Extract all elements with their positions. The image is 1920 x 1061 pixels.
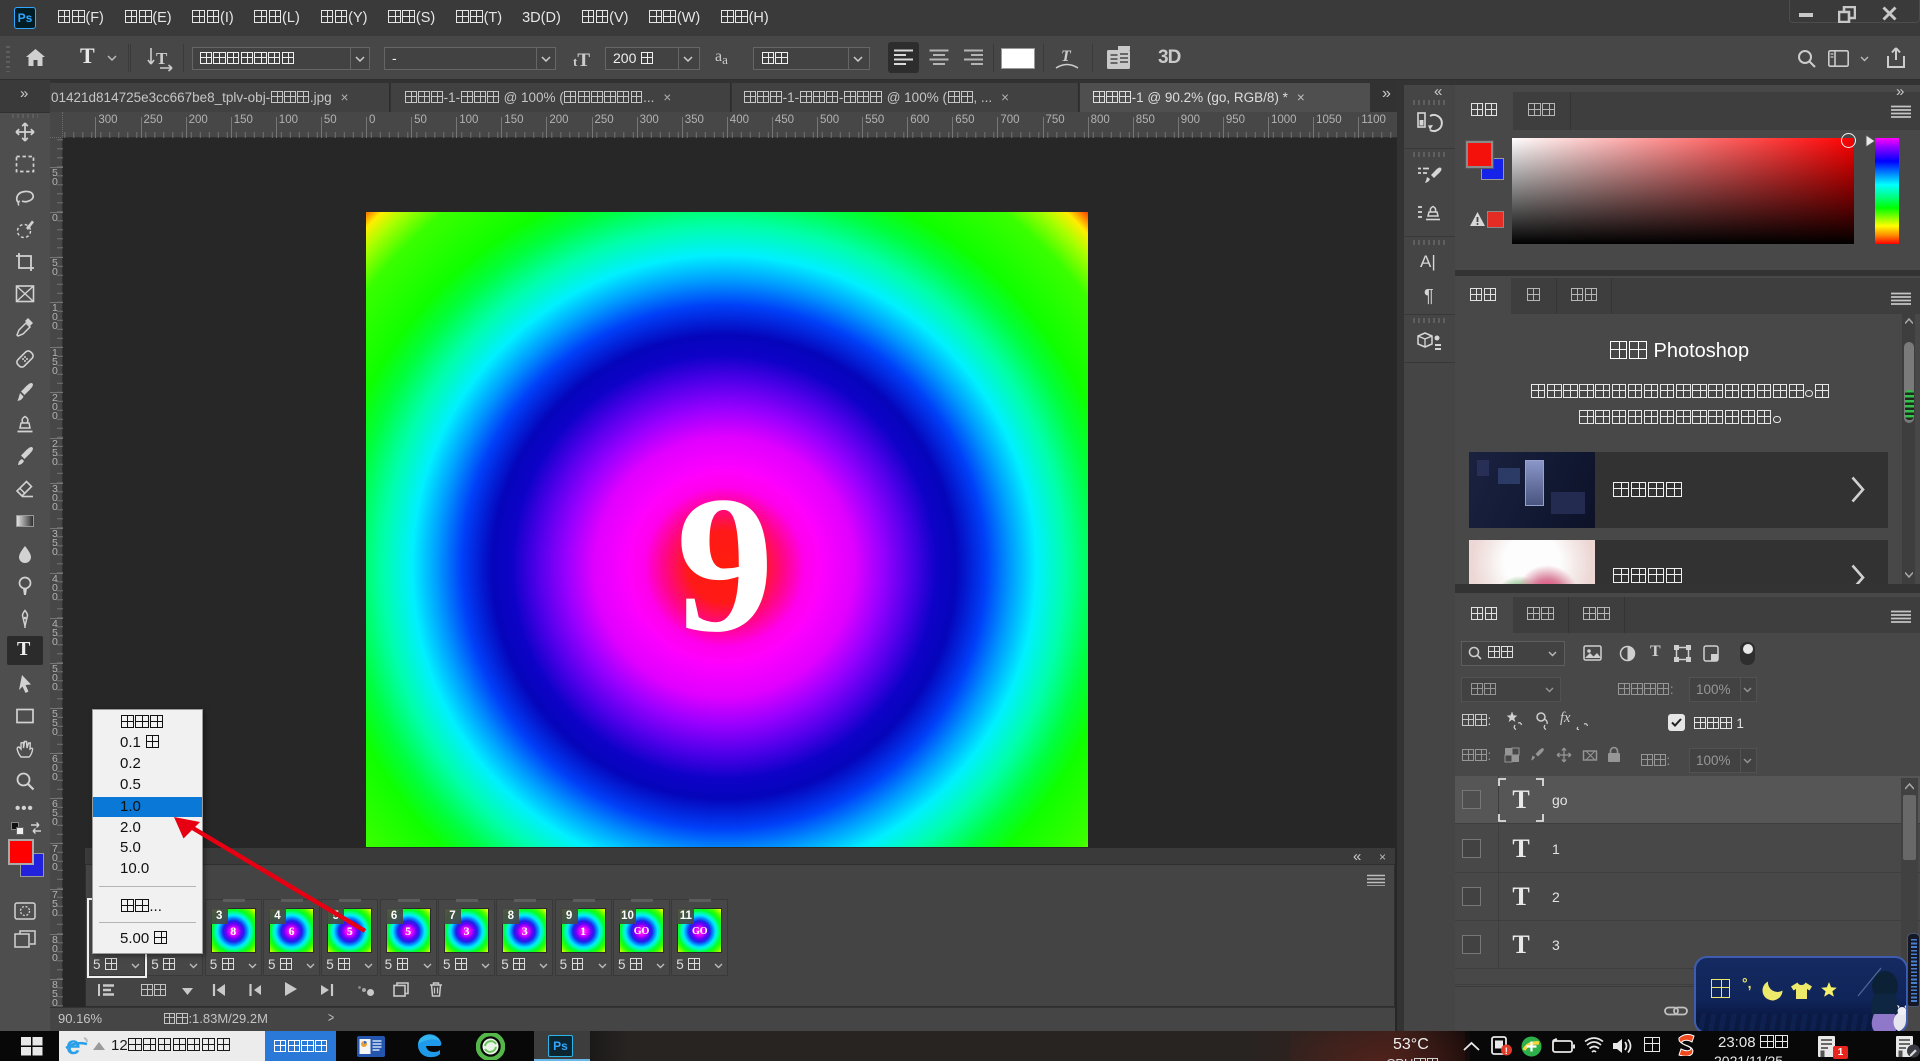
svg-text:!: ! bbox=[1505, 1046, 1508, 1056]
svg-text:T: T bbox=[156, 49, 168, 68]
svg-text:T: T bbox=[1061, 48, 1072, 65]
